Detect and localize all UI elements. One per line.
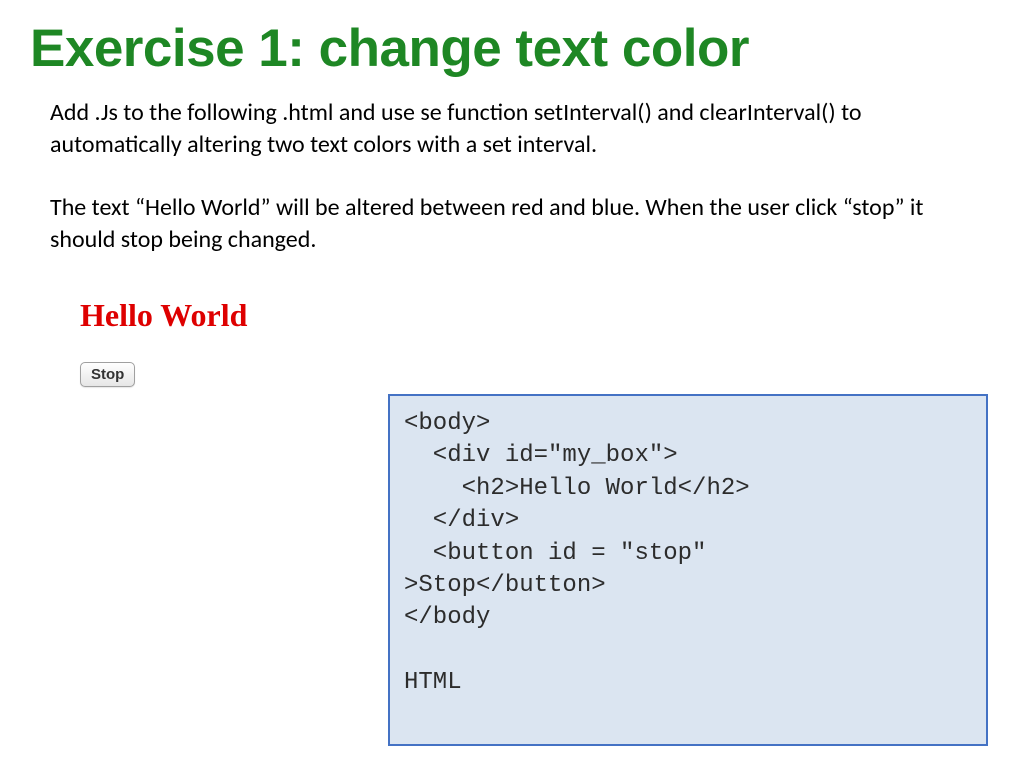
code-box: <body> <div id="my_box"> <h2>Hello World… [388,394,988,746]
demo-heading: Hello World [80,297,1024,334]
stop-button[interactable]: Stop [80,362,135,387]
description-paragraph-1: Add .Js to the following .html and use s… [50,97,974,162]
slide-title: Exercise 1: change text color [0,0,1024,89]
demo-area: Hello World Stop [0,287,1024,387]
description-block: Add .Js to the following .html and use s… [0,89,1024,257]
description-paragraph-2: The text “Hello World” will be altered b… [50,192,974,257]
